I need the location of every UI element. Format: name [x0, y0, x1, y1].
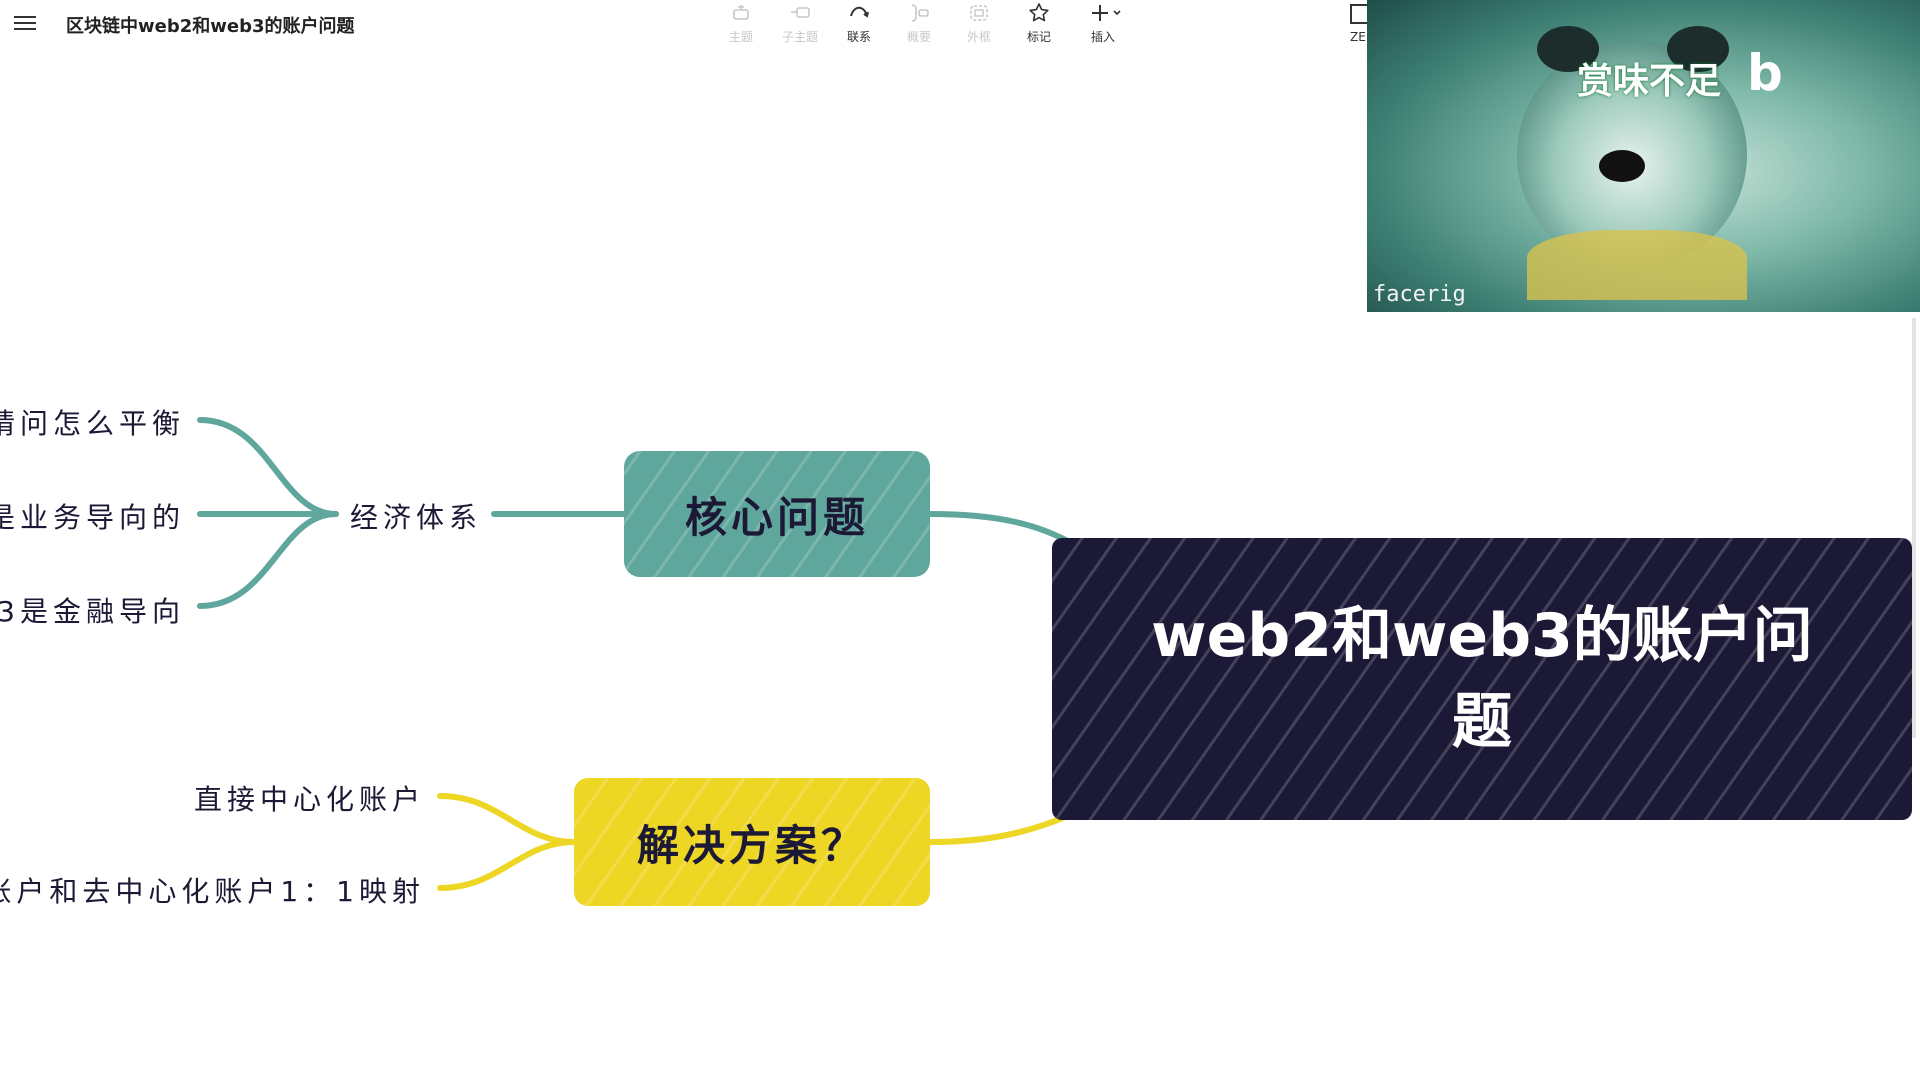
leaf-centralized-account-topic[interactable]: 直接中心化账户 — [194, 778, 425, 818]
core-problem-topic[interactable]: 核心问题 — [624, 451, 930, 577]
leaf-balance-topic[interactable]: 请问怎么平衡 — [0, 402, 185, 442]
root-topic-line-1: web2和web3的账户问 — [1151, 601, 1813, 671]
economy-branch-1-line — [197, 417, 339, 517]
leaf-business-oriented-topic[interactable]: 是业务导向的 — [0, 496, 185, 536]
leaf-account-mapping-topic[interactable]: 账户和去中心化账户1：1映射 — [0, 870, 425, 910]
economy-branch-3-line — [197, 511, 339, 609]
root-to-core-line — [927, 511, 1078, 548]
economy-system-topic[interactable]: 经济体系 — [350, 496, 482, 536]
solution-topic[interactable]: 解决方案？ — [574, 778, 930, 906]
leaf-finance-oriented-topic[interactable]: 3是金融导向 — [0, 590, 185, 630]
solution-branch-2-line — [437, 839, 577, 891]
solution-branch-1-line — [437, 793, 577, 845]
root-topic[interactable]: web2和web3的账户问 题 — [1052, 538, 1912, 820]
root-to-solution-line — [927, 812, 1073, 845]
root-topic-line-2: 题 — [1451, 687, 1512, 757]
